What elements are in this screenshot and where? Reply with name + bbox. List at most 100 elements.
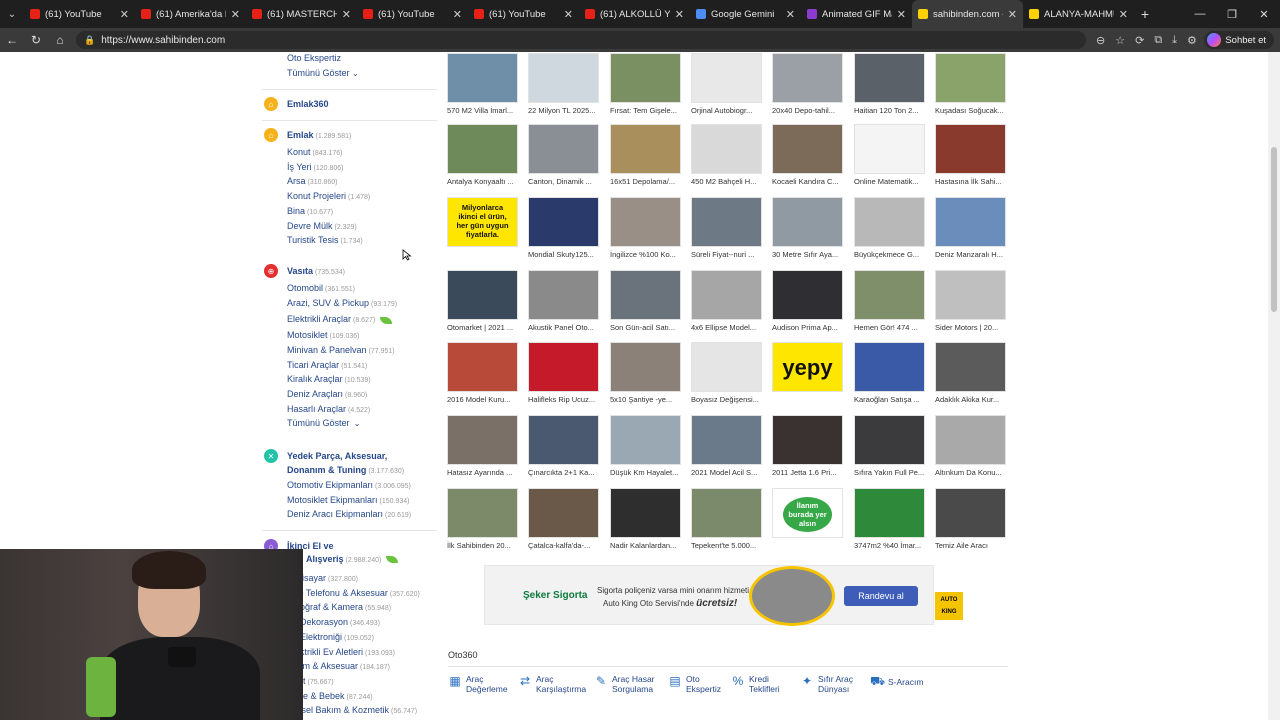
tab-close-icon[interactable]: ✕ [1119, 8, 1128, 21]
sidebar-subcategory[interactable]: Deniz Aracı Ekipmanları (20.619) [287, 509, 411, 519]
listing-title[interactable]: Orjinal Autobiogr... [691, 106, 766, 115]
listing-title[interactable]: Temiz Aile Aracı [935, 541, 1010, 550]
listing-title[interactable]: 2021 Model Acil S... [691, 468, 766, 477]
listing-thumbnail[interactable] [528, 488, 599, 538]
listing-title[interactable]: Nadir Kalanlardan... [610, 541, 685, 550]
sidebar-subcategory[interactable]: Arsa (310.860) [287, 176, 337, 186]
tab-close-icon[interactable]: ✕ [231, 8, 240, 21]
listing-card[interactable]: 570 M2 Villa İmarl... [447, 53, 518, 115]
sidebar-subcategory[interactable]: Kiralık Araçlar (10.539) [287, 374, 371, 384]
listing-thumbnail[interactable] [854, 488, 925, 538]
listing-card[interactable]: Hemen Gör! 474 ... [854, 270, 925, 332]
listing-card[interactable]: Mondial Skuty125... [528, 197, 599, 259]
listing-card[interactable]: Tepekent'te 5.000... [691, 488, 762, 550]
listing-thumbnail[interactable] [854, 53, 925, 103]
listing-title[interactable]: Mondial Skuty125... [528, 250, 603, 259]
sidebar-subcategory[interactable]: Elektrikli Ev Aletleri (193.093) [287, 647, 395, 657]
listing-card[interactable]: Milyonlarca ikinci el ürün, her gün uygu… [447, 197, 518, 250]
listing-card[interactable]: Son Gün-acil Satı... [610, 270, 681, 332]
listing-card[interactable]: Otomarket | 2021 ... [447, 270, 518, 332]
sidebar-subcategory[interactable]: Hasarlı Araçlar (4.522) [287, 404, 370, 414]
listing-thumbnail[interactable] [691, 124, 762, 174]
listing-card[interactable]: Boyasız Değişensi... [691, 342, 762, 404]
listing-thumbnail[interactable] [691, 270, 762, 320]
listing-card[interactable]: 450 M2 Bahçeli H... [691, 124, 762, 186]
sidebar-subcategory[interactable]: Bina (10.677) [287, 206, 333, 216]
tab-close-icon[interactable]: ✕ [1008, 8, 1017, 21]
home-icon[interactable]: ⌂ [48, 33, 72, 47]
listing-thumbnail[interactable] [610, 197, 681, 247]
listing-thumbnail[interactable] [854, 342, 925, 392]
listing-thumbnail[interactable] [935, 124, 1006, 174]
category-ikinci-el-line2[interactable]: Alışveriş (2.988.240) [306, 554, 399, 564]
scroll-thumb[interactable] [1271, 147, 1277, 312]
listing-thumbnail[interactable] [772, 124, 843, 174]
browser-tab[interactable]: (61) Amerika'da Poli... ✕ [135, 0, 246, 28]
listing-card[interactable]: Orjinal Autobiogr... [691, 53, 762, 115]
listing-title[interactable]: Son Gün-acil Satı... [610, 323, 685, 332]
listing-card[interactable]: Nadir Kalanlardan... [610, 488, 681, 550]
listing-title[interactable]: Büyükçekmece G... [854, 250, 929, 259]
sidebar-subcategory[interactable]: Deniz Araçları (8.960) [287, 389, 367, 399]
listing-title[interactable]: Kocaeli Kandıra C... [772, 177, 847, 186]
listing-title[interactable]: Altınkum Da Konu... [935, 468, 1010, 477]
listing-thumbnail[interactable] [935, 197, 1006, 247]
listing-title[interactable]: Kuşadası Soğucak... [935, 106, 1010, 115]
sidebar-subcategory[interactable]: Tümünü Göster ⌄ [287, 418, 360, 428]
download-icon[interactable]: ⤓ [1172, 34, 1177, 47]
sidebar-subcategory[interactable]: Devre Mülk (2.329) [287, 221, 357, 231]
listing-thumbnail[interactable] [691, 342, 762, 392]
listing-title[interactable]: Sıfıra Yakın Full Pe... [854, 468, 929, 477]
url-field[interactable]: 🔒 https://www.sahibinden.com [76, 31, 1086, 49]
listing-title[interactable]: Tepekent'te 5.000... [691, 541, 766, 550]
listing-card[interactable]: 4x6 Ellipse Model... [691, 270, 762, 332]
listing-thumbnail[interactable] [691, 488, 762, 538]
listing-card[interactable]: 5x10 Şantiye -ye... [610, 342, 681, 404]
copilot-chat-button[interactable]: Sohbet et [1204, 31, 1274, 49]
listing-title[interactable]: Fırsat: Tem Gişele... [610, 106, 685, 115]
listing-card[interactable]: Büyükçekmece G... [854, 197, 925, 259]
listing-thumbnail[interactable] [610, 415, 681, 465]
browser-tab[interactable]: (61) ALKOLLÜ YILBAŞ... ✕ [579, 0, 690, 28]
listing-title[interactable]: 20x40 Depo-tahil... [772, 106, 847, 115]
listing-title[interactable]: 450 M2 Bahçeli H... [691, 177, 766, 186]
listing-thumbnail[interactable] [610, 124, 681, 174]
category-vasita[interactable]: Vasıta (735.534) [287, 266, 345, 276]
listing-title[interactable]: Otomarket | 2021 ... [447, 323, 522, 332]
browser-tab[interactable]: sahibinden.com - Tü... ✕ [912, 0, 1023, 28]
browser-tab[interactable]: (61) YouTube ✕ [357, 0, 468, 28]
category-emlak[interactable]: Emlak (1.289.581) [287, 130, 351, 140]
reader-icon[interactable]: ⊖ [1096, 34, 1105, 47]
listing-thumbnail[interactable] [772, 53, 843, 103]
listing-card[interactable]: 3747m2 %40 İmar... [854, 488, 925, 550]
sidebar-subcategory[interactable]: Kişisel Bakım & Kozmetik (56.747) [287, 705, 417, 715]
listing-card[interactable]: Hastasına İlk Sahi... [935, 124, 1006, 186]
listing-thumbnail[interactable] [935, 415, 1006, 465]
sidebar-subcategory[interactable]: Ticari Araçlar (51.541) [287, 360, 367, 370]
sidebar-subcategory[interactable]: Minivan & Panelvan (77.951) [287, 345, 395, 355]
listing-card[interactable]: Akustik Panel Oto... [528, 270, 599, 332]
listing-card[interactable]: İngilizce %100 Ko... [610, 197, 681, 259]
listing-thumbnail[interactable] [610, 342, 681, 392]
listing-card[interactable]: Temiz Aile Aracı [935, 488, 1006, 550]
site-info-icon[interactable]: 🔒 [84, 35, 95, 46]
listing-title[interactable]: Hatasız Ayarında ... [447, 468, 522, 477]
sidebar-subcategory[interactable]: Elektrikli Araçlar (8.627) [287, 314, 393, 324]
listing-thumbnail[interactable] [854, 197, 925, 247]
listing-thumbnail[interactable] [528, 270, 599, 320]
sidebar-subcategory[interactable]: Arazi, SUV & Pickup (93.179) [287, 298, 397, 308]
listing-title[interactable]: Online Matematik... [854, 177, 929, 186]
listing-title[interactable]: Hastasına İlk Sahi... [935, 177, 1010, 186]
tab-close-icon[interactable]: ✕ [564, 8, 573, 21]
oto360-item[interactable]: ▦ Araç Değerleme [448, 674, 507, 694]
ilan-tile[interactable]: İlanım burada yer alsın [772, 488, 843, 538]
listing-card[interactable]: Sider Motors | 20... [935, 270, 1006, 332]
listing-card[interactable]: 20x40 Depo-tahil... [772, 53, 843, 115]
listing-card[interactable]: Audison Prima Ap... [772, 270, 843, 332]
listing-card[interactable]: Kuşadası Soğucak... [935, 53, 1006, 115]
listing-thumbnail[interactable] [854, 270, 925, 320]
listing-title[interactable]: Halifleks Rip Ucuz... [528, 395, 603, 404]
listing-thumbnail[interactable] [447, 124, 518, 174]
listing-card[interactable]: Çatalca-kalfa'da-... [528, 488, 599, 550]
tab-close-icon[interactable]: ✕ [453, 8, 462, 21]
